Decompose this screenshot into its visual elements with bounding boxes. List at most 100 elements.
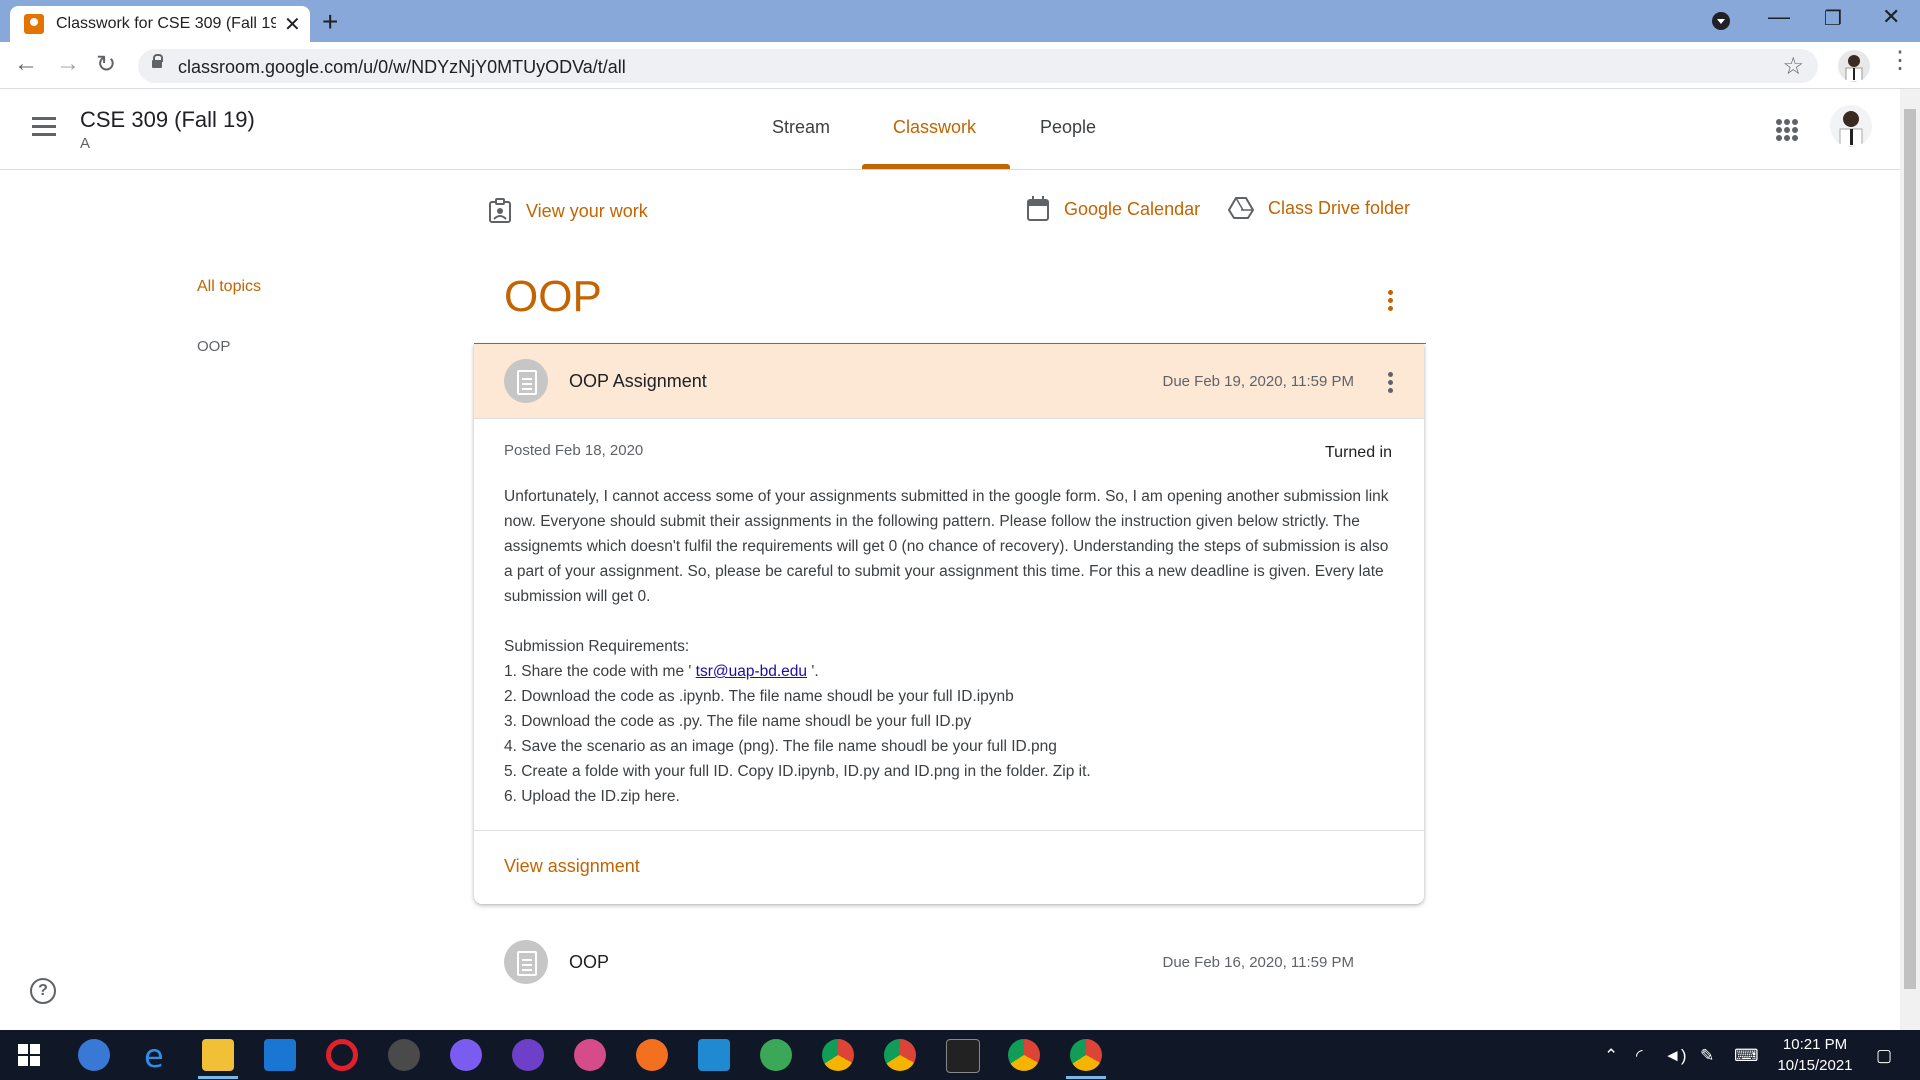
email-link[interactable]: tsr@uap-bd.edu xyxy=(696,663,807,680)
assignment-row-collapsed[interactable]: OOP Due Feb 16, 2020, 11:59 PM xyxy=(474,940,1424,1004)
reload-icon[interactable]: ↻ xyxy=(96,50,116,79)
requirement-item: 1. Share the code with me ' tsr@uap-bd.e… xyxy=(504,659,1394,684)
close-tab-icon[interactable]: ✕ xyxy=(284,12,301,37)
assignment-more-options-icon[interactable] xyxy=(1388,372,1393,393)
calendar-icon xyxy=(1027,196,1049,221)
person-icon xyxy=(1845,55,1863,82)
assignment-title: OOP xyxy=(569,952,610,972)
chrome-active-icon[interactable] xyxy=(1070,1039,1102,1071)
windows-taskbar: e ⌃ ◜ ◄) ✎ ⌨ 10:21 PM 10/15/2021 ▢ xyxy=(0,1030,1920,1080)
tab-title: Classwork for CSE 309 (Fall 19) A xyxy=(56,15,276,32)
posted-date: Posted Feb 18, 2020 xyxy=(504,442,644,459)
class-name[interactable]: CSE 309 (Fall 19) xyxy=(80,107,255,133)
tab-people[interactable]: People xyxy=(1040,117,1096,138)
browser-tab-bar: Classwork for CSE 309 (Fall 19) A ✕ + — … xyxy=(0,0,1920,42)
tray-expand-icon[interactable]: ⌃ xyxy=(1604,1046,1618,1066)
window-close-icon[interactable]: ✕ xyxy=(1882,4,1900,30)
active-indicator xyxy=(1066,1076,1106,1079)
assignment-icon xyxy=(504,359,548,403)
tab-search-icon[interactable] xyxy=(1712,12,1730,30)
assignment-icon xyxy=(504,940,548,984)
page-scrollbar[interactable] xyxy=(1900,89,1920,1030)
browser-menu-icon[interactable]: ⋮ xyxy=(1888,46,1912,75)
google-apps-icon[interactable] xyxy=(1776,119,1798,141)
google-calendar-label: Google Calendar xyxy=(1064,198,1201,219)
assignment-card-expanded: OOP Assignment Due Feb 19, 2020, 11:59 P… xyxy=(474,344,1424,904)
bookmark-star-icon[interactable]: ☆ xyxy=(1782,52,1804,81)
volume-icon[interactable]: ◄) xyxy=(1664,1046,1687,1066)
view-assignment-link[interactable]: View assignment xyxy=(504,856,640,877)
sidebar-all-topics[interactable]: All topics xyxy=(197,278,261,296)
assignment-ind-icon xyxy=(489,198,511,223)
clock-date[interactable]: 10/15/2021 xyxy=(1770,1057,1860,1074)
card-footer-divider xyxy=(474,830,1424,831)
notifications-icon[interactable]: ▢ xyxy=(1876,1046,1892,1066)
view-your-work-link[interactable]: View your work xyxy=(488,198,648,224)
address-bar[interactable]: classroom.google.com/u/0/w/NDYzNjY0MTUyO… xyxy=(138,49,1818,83)
chrome-profile-icon[interactable] xyxy=(884,1039,916,1071)
classroom-header: CSE 309 (Fall 19) A Stream Classwork Peo… xyxy=(0,89,1900,170)
google-drive-icon xyxy=(1228,197,1254,219)
satellite-app-icon[interactable] xyxy=(388,1039,420,1071)
assignment-card-header[interactable]: OOP Assignment Due Feb 19, 2020, 11:59 P… xyxy=(474,344,1424,419)
browser-toolbar: ← → ↻ classroom.google.com/u/0/w/NDYzNjY… xyxy=(0,42,1920,89)
terminal-icon[interactable] xyxy=(946,1039,980,1073)
requirement-item: 6. Upload the ID.zip here. xyxy=(504,788,680,805)
help-icon[interactable]: ? xyxy=(30,978,56,1004)
back-icon[interactable]: ← xyxy=(14,50,38,78)
classroom-favicon-icon xyxy=(24,14,44,34)
paint-app-icon[interactable] xyxy=(574,1039,606,1071)
messenger-icon[interactable] xyxy=(450,1039,482,1071)
requirement-1-prefix: 1. Share the code with me ' xyxy=(504,663,696,680)
github-desktop-icon[interactable] xyxy=(512,1039,544,1071)
sidebar-topic-oop[interactable]: OOP xyxy=(197,338,230,355)
clock-time[interactable]: 10:21 PM xyxy=(1770,1036,1860,1053)
requirement-1-suffix: '. xyxy=(807,663,819,680)
assignment-description: Unfortunately, I cannot access some of y… xyxy=(504,484,1394,809)
turned-in-status: Turned in xyxy=(1325,444,1392,461)
view-your-work-label: View your work xyxy=(526,200,648,221)
browser-tab[interactable]: Classwork for CSE 309 (Fall 19) A ✕ xyxy=(10,6,310,42)
chrome-ek-icon[interactable] xyxy=(1008,1039,1040,1071)
restore-icon[interactable]: ❐ xyxy=(1824,6,1842,31)
google-calendar-link[interactable]: Google Calendar xyxy=(1026,196,1200,222)
wifi-icon[interactable]: ◜ xyxy=(1636,1046,1643,1066)
chrome-icon[interactable] xyxy=(822,1039,854,1071)
assignment-due-date: Due Feb 19, 2020, 11:59 PM xyxy=(1162,373,1354,390)
firefox-icon[interactable] xyxy=(636,1039,668,1071)
requirement-item: 3. Download the code as .py. The file na… xyxy=(504,713,972,730)
app-green-icon[interactable] xyxy=(760,1039,792,1071)
active-indicator xyxy=(198,1076,238,1079)
windows-start-icon[interactable] xyxy=(18,1044,40,1066)
tab-stream[interactable]: Stream xyxy=(772,117,830,138)
tab-classwork[interactable]: Classwork xyxy=(893,117,976,138)
scrollbar-thumb[interactable] xyxy=(1904,109,1916,989)
assignment-due-date: Due Feb 16, 2020, 11:59 PM xyxy=(1162,954,1354,971)
requirement-item: 2. Download the code as .ipynb. The file… xyxy=(504,688,1014,705)
url-text: classroom.google.com/u/0/w/NDYzNjY0MTUyO… xyxy=(178,57,626,77)
description-paragraph: Unfortunately, I cannot access some of y… xyxy=(504,488,1389,605)
edge-icon[interactable]: e xyxy=(140,1037,172,1075)
lock-icon[interactable] xyxy=(152,54,163,68)
mail-icon[interactable] xyxy=(264,1039,296,1071)
requirement-item: 5. Create a folde with your full ID. Cop… xyxy=(504,763,1091,780)
class-drive-folder-link[interactable]: Class Drive folder xyxy=(1228,196,1410,220)
file-explorer-icon[interactable] xyxy=(202,1039,234,1071)
person-icon xyxy=(1839,111,1863,147)
topic-more-options-icon[interactable] xyxy=(1388,290,1393,311)
browser-profile-avatar[interactable] xyxy=(1838,50,1870,82)
opera-icon[interactable] xyxy=(326,1039,358,1071)
forward-icon[interactable]: → xyxy=(56,50,80,78)
requirement-item: 4. Save the scenario as an image (png). … xyxy=(504,738,1057,755)
keyboard-icon[interactable]: ⌨ xyxy=(1734,1046,1759,1066)
topic-title: OOP xyxy=(504,272,602,321)
main-menu-icon[interactable] xyxy=(32,117,56,136)
active-tab-indicator xyxy=(862,164,1010,169)
requirements-heading: Submission Requirements: xyxy=(504,638,690,655)
vscode-icon[interactable] xyxy=(698,1039,730,1071)
pen-icon[interactable]: ✎ xyxy=(1700,1046,1714,1066)
app-qb-icon[interactable] xyxy=(78,1039,110,1071)
new-tab-icon[interactable]: + xyxy=(322,6,338,38)
user-avatar[interactable] xyxy=(1830,105,1872,147)
minimize-icon[interactable]: — xyxy=(1768,4,1790,30)
